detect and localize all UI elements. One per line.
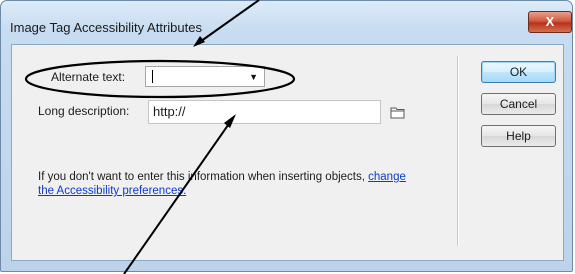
annotation-overlay [24,0,296,274]
annotation-arrow-top-head [193,36,205,47]
annotation-arrow-top-line [196,0,260,45]
annotation-arrow-bottom-head [224,114,236,128]
annotation-arrow-bottom-line [123,117,234,274]
highlight-ellipse [24,59,296,99]
